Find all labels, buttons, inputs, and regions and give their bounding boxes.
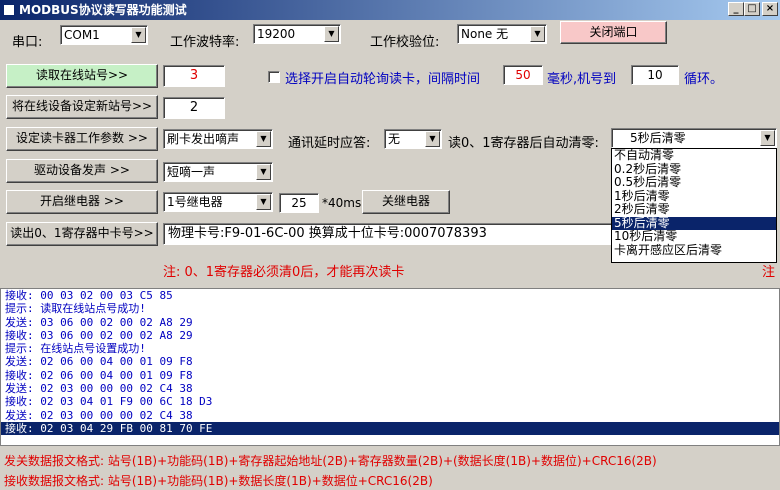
dropdown-option[interactable]: 1秒后清零 xyxy=(612,189,776,204)
send-format-text: 发关数据报文格式: 站号(1B)+功能码(1B)+寄存器起始地址(2B)+寄存器… xyxy=(4,454,657,468)
buzzer-select[interactable]: 短嘀一声 ▼ xyxy=(163,162,273,182)
chevron-down-icon[interactable]: ▼ xyxy=(425,131,440,147)
set-param-button[interactable]: 设定读卡器工作参数 >> xyxy=(6,127,158,151)
chevron-down-icon[interactable]: ▼ xyxy=(256,194,271,210)
log-line: 发送: 02 06 00 04 00 01 09 F8 xyxy=(5,355,193,369)
port-label: 串口: xyxy=(12,35,43,50)
recv-format-text: 接收数据报文格式: 站号(1B)+功能码(1B)+数据长度(1B)+数据位+CR… xyxy=(4,474,433,488)
log-line: 接收: 03 06 00 02 00 02 A8 29 xyxy=(5,328,193,342)
baud-label: 工作波特率: xyxy=(170,35,240,50)
log-line: 接收: 02 06 00 04 00 01 09 F8 xyxy=(5,368,193,382)
log-textbox[interactable]: 接收: 00 03 02 00 03 C5 85 提示: 读取在线站点号成功! 发送… xyxy=(0,288,780,446)
log-line: 接收: 02 03 04 29 FB 00 81 70 FE xyxy=(1,421,779,436)
log-line: 提示: 在线站点号设置成功! xyxy=(5,342,146,356)
chevron-down-icon[interactable]: ▼ xyxy=(131,27,146,43)
relay-off-button[interactable]: 关继电器 xyxy=(362,190,450,214)
relay-time-field[interactable]: 25 xyxy=(279,193,319,213)
autoclear-value: 5秒后清零 xyxy=(630,131,686,145)
dropdown-option[interactable]: 0.2秒后清零 xyxy=(612,162,776,177)
chevron-down-icon[interactable]: ▼ xyxy=(760,130,775,146)
beep-mode-value: 刷卡发出嘀声 xyxy=(167,132,240,146)
autoclear-dropdown-list[interactable]: 不自动清零 0.2秒后清零 0.5秒后清零 1秒后清零 2秒后清零 5秒后清零 10秒后清零… xyxy=(611,148,777,263)
log-line: 接收: 02 03 04 01 F9 00 6C 18 D3 xyxy=(5,395,213,409)
close-window-button[interactable]: × xyxy=(762,2,778,16)
baud-select[interactable]: 19200 ▼ xyxy=(253,24,341,44)
port-value: COM1 xyxy=(64,28,100,42)
beep-mode-select[interactable]: 刷卡发出嘀声 ▼ xyxy=(163,129,273,149)
minimize-button[interactable]: _ xyxy=(728,2,744,16)
parity-label: 工作校验位: xyxy=(370,35,440,50)
autoclear-label: 读0、1寄存器后自动清零: xyxy=(448,136,599,151)
log-line: 接收: 00 03 02 00 03 C5 85 xyxy=(5,289,173,302)
title-bar: MODBUS协议读写器功能测试 _ □ × xyxy=(0,0,780,20)
port-select[interactable]: COM1 ▼ xyxy=(60,25,148,45)
auto-poll-label: 选择开启自动轮询读卡，间隔时间 xyxy=(285,72,481,87)
dropdown-option[interactable]: 卡离开感应区后清零 xyxy=(612,243,776,258)
close-port-button[interactable]: 关闭端口 xyxy=(560,21,667,44)
machine-field[interactable]: 10 xyxy=(631,65,679,85)
chevron-down-icon[interactable]: ▼ xyxy=(256,164,271,180)
relay-on-button[interactable]: 开启继电器 >> xyxy=(6,190,158,214)
auto-poll-checkbox[interactable] xyxy=(268,71,280,83)
read-card-button[interactable]: 读出0、1寄存器中卡号>> xyxy=(6,222,158,246)
relay-value: 1号继电器 xyxy=(167,195,223,209)
note-right-text: 注 xyxy=(762,265,776,280)
maximize-button[interactable]: □ xyxy=(744,2,760,16)
dropdown-option[interactable]: 不自动清零 xyxy=(612,148,776,163)
note-text: 注: 0、1寄存器必须清0后，才能再次读卡 xyxy=(163,265,405,280)
dropdown-option[interactable]: 2秒后清零 xyxy=(612,202,776,217)
log-line: 发送: 03 06 00 02 00 02 A8 29 xyxy=(5,315,193,329)
new-station-field[interactable]: 2 xyxy=(163,97,225,119)
app-icon xyxy=(3,4,15,16)
interval-unit-label: 毫秒,机号到 xyxy=(547,72,617,87)
delay-label: 通讯延时应答: xyxy=(288,136,371,151)
set-station-button[interactable]: 将在线设备设定新站号>> xyxy=(6,95,158,119)
delay-value: 无 xyxy=(388,132,401,146)
buzzer-button[interactable]: 驱动设备发声 >> xyxy=(6,159,158,183)
log-line: 提示: 读取在线站点号成功! xyxy=(5,302,146,316)
window-title: MODBUS协议读写器功能测试 xyxy=(19,3,187,17)
delay-select[interactable]: 无 ▼ xyxy=(384,129,442,149)
autoclear-select[interactable]: 5秒后清零 ▼ xyxy=(611,128,777,148)
station-field[interactable]: 3 xyxy=(163,65,225,87)
baud-value: 19200 xyxy=(257,27,296,41)
log-line: 发送: 02 03 00 00 00 02 C4 38 xyxy=(5,408,193,422)
dropdown-option[interactable]: 0.5秒后清零 xyxy=(612,175,776,190)
parity-select[interactable]: None 无 ▼ xyxy=(457,24,547,44)
log-line: 发送: 02 03 00 00 00 02 C4 38 xyxy=(5,382,193,396)
relay-unit-label: *40ms xyxy=(322,196,362,210)
read-station-button[interactable]: 读取在线站号>> xyxy=(6,64,158,88)
loop-label: 循环。 xyxy=(684,72,724,87)
chevron-down-icon[interactable]: ▼ xyxy=(256,131,271,147)
interval-field[interactable]: 50 xyxy=(503,65,543,85)
relay-select[interactable]: 1号继电器 ▼ xyxy=(163,192,273,212)
chevron-down-icon[interactable]: ▼ xyxy=(530,26,545,42)
dropdown-option[interactable]: 10秒后清零 xyxy=(612,229,776,244)
parity-value: None 无 xyxy=(461,27,509,41)
dropdown-option[interactable]: 5秒后清零 xyxy=(612,216,776,230)
buzzer-value: 短嘀一声 xyxy=(167,165,216,179)
chevron-down-icon[interactable]: ▼ xyxy=(324,26,339,42)
